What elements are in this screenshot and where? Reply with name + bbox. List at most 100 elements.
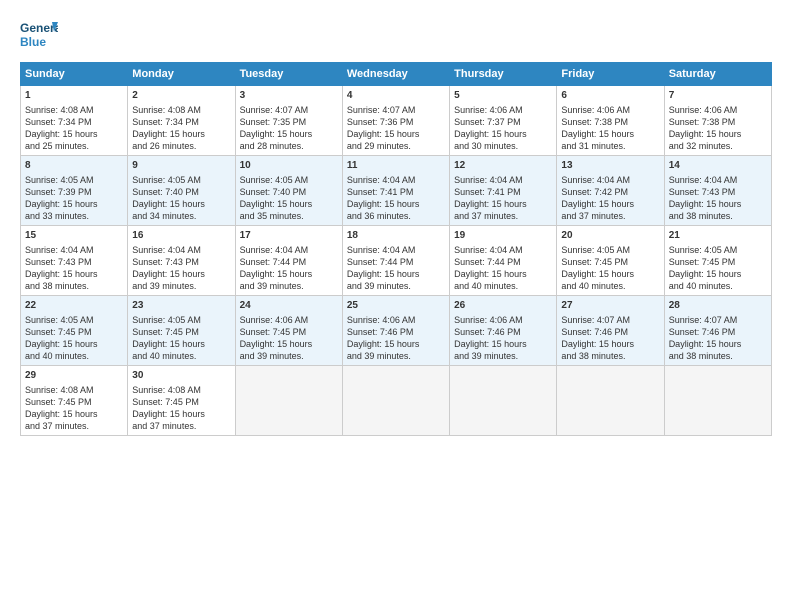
day-number: 5 <box>454 89 552 103</box>
day-info-line: Sunset: 7:40 PM <box>132 186 230 198</box>
day-info-line: and 39 minutes. <box>132 280 230 292</box>
day-info-line: Daylight: 15 hours <box>347 198 445 210</box>
calendar-cell: 3Sunrise: 4:07 AMSunset: 7:35 PMDaylight… <box>235 86 342 156</box>
day-info-line: and 25 minutes. <box>25 140 123 152</box>
day-info-line: Daylight: 15 hours <box>240 198 338 210</box>
calendar-cell: 19Sunrise: 4:04 AMSunset: 7:44 PMDayligh… <box>450 226 557 296</box>
day-info-line: and 37 minutes. <box>132 420 230 432</box>
day-info-line: Sunset: 7:43 PM <box>669 186 767 198</box>
day-info-line: and 34 minutes. <box>132 210 230 222</box>
day-info-line: and 32 minutes. <box>669 140 767 152</box>
day-info-line: Sunrise: 4:06 AM <box>669 104 767 116</box>
column-header-saturday: Saturday <box>664 63 771 86</box>
day-number: 4 <box>347 89 445 103</box>
day-info-line: Sunset: 7:43 PM <box>25 256 123 268</box>
calendar-cell: 2Sunrise: 4:08 AMSunset: 7:34 PMDaylight… <box>128 86 235 156</box>
day-number: 30 <box>132 369 230 383</box>
day-info-line: and 35 minutes. <box>240 210 338 222</box>
day-info-line: Sunset: 7:37 PM <box>454 116 552 128</box>
day-info-line: Sunrise: 4:08 AM <box>25 104 123 116</box>
day-info-line: and 39 minutes. <box>347 350 445 362</box>
day-info-line: Sunrise: 4:05 AM <box>669 244 767 256</box>
calendar-cell: 24Sunrise: 4:06 AMSunset: 7:45 PMDayligh… <box>235 296 342 366</box>
day-info-line: and 38 minutes. <box>561 350 659 362</box>
day-info-line: Sunrise: 4:08 AM <box>132 104 230 116</box>
day-info-line: Daylight: 15 hours <box>561 338 659 350</box>
day-info-line: Sunset: 7:46 PM <box>669 326 767 338</box>
calendar-cell <box>235 366 342 436</box>
calendar-cell: 26Sunrise: 4:06 AMSunset: 7:46 PMDayligh… <box>450 296 557 366</box>
day-number: 13 <box>561 159 659 173</box>
calendar-cell: 1Sunrise: 4:08 AMSunset: 7:34 PMDaylight… <box>21 86 128 156</box>
day-info-line: Sunset: 7:45 PM <box>561 256 659 268</box>
day-info-line: Daylight: 15 hours <box>347 128 445 140</box>
day-info-line: Daylight: 15 hours <box>240 338 338 350</box>
day-info-line: and 28 minutes. <box>240 140 338 152</box>
day-info-line: Sunrise: 4:06 AM <box>347 314 445 326</box>
column-header-friday: Friday <box>557 63 664 86</box>
day-info-line: Sunrise: 4:04 AM <box>347 174 445 186</box>
day-number: 2 <box>132 89 230 103</box>
day-info-line: and 40 minutes. <box>132 350 230 362</box>
day-number: 29 <box>25 369 123 383</box>
day-info-line: Daylight: 15 hours <box>132 128 230 140</box>
day-info-line: Sunrise: 4:05 AM <box>132 314 230 326</box>
calendar-cell: 11Sunrise: 4:04 AMSunset: 7:41 PMDayligh… <box>342 156 449 226</box>
day-info-line: Sunrise: 4:08 AM <box>132 384 230 396</box>
calendar-cell <box>450 366 557 436</box>
day-info-line: Sunset: 7:41 PM <box>347 186 445 198</box>
day-info-line: Sunrise: 4:06 AM <box>561 104 659 116</box>
calendar-cell: 18Sunrise: 4:04 AMSunset: 7:44 PMDayligh… <box>342 226 449 296</box>
day-info-line: Sunrise: 4:07 AM <box>347 104 445 116</box>
calendar-cell: 9Sunrise: 4:05 AMSunset: 7:40 PMDaylight… <box>128 156 235 226</box>
day-info-line: Sunset: 7:46 PM <box>561 326 659 338</box>
day-info-line: Sunset: 7:45 PM <box>240 326 338 338</box>
day-info-line: Sunrise: 4:06 AM <box>454 314 552 326</box>
day-info-line: and 39 minutes. <box>240 280 338 292</box>
day-info-line: Sunset: 7:34 PM <box>25 116 123 128</box>
day-info-line: Daylight: 15 hours <box>669 338 767 350</box>
day-info-line: Daylight: 15 hours <box>347 338 445 350</box>
day-number: 12 <box>454 159 552 173</box>
day-info-line: Daylight: 15 hours <box>561 128 659 140</box>
day-info-line: Daylight: 15 hours <box>454 198 552 210</box>
calendar-cell: 28Sunrise: 4:07 AMSunset: 7:46 PMDayligh… <box>664 296 771 366</box>
calendar-cell: 17Sunrise: 4:04 AMSunset: 7:44 PMDayligh… <box>235 226 342 296</box>
day-info-line: Sunrise: 4:05 AM <box>132 174 230 186</box>
day-info-line: and 40 minutes. <box>25 350 123 362</box>
day-info-line: and 40 minutes. <box>561 280 659 292</box>
day-info-line: Daylight: 15 hours <box>25 338 123 350</box>
day-info-line: and 39 minutes. <box>240 350 338 362</box>
day-info-line: Daylight: 15 hours <box>454 268 552 280</box>
day-info-line: Sunset: 7:44 PM <box>454 256 552 268</box>
day-info-line: Daylight: 15 hours <box>454 128 552 140</box>
column-header-thursday: Thursday <box>450 63 557 86</box>
day-info-line: Daylight: 15 hours <box>561 268 659 280</box>
day-info-line: Sunrise: 4:07 AM <box>669 314 767 326</box>
day-number: 8 <box>25 159 123 173</box>
day-info-line: Sunrise: 4:07 AM <box>240 104 338 116</box>
day-info-line: and 39 minutes. <box>454 350 552 362</box>
day-info-line: Daylight: 15 hours <box>669 198 767 210</box>
day-info-line: Sunset: 7:39 PM <box>25 186 123 198</box>
day-info-line: Sunset: 7:42 PM <box>561 186 659 198</box>
day-info-line: and 38 minutes. <box>669 210 767 222</box>
day-number: 16 <box>132 229 230 243</box>
calendar-cell: 20Sunrise: 4:05 AMSunset: 7:45 PMDayligh… <box>557 226 664 296</box>
day-info-line: Daylight: 15 hours <box>25 268 123 280</box>
day-info-line: and 39 minutes. <box>347 280 445 292</box>
column-header-sunday: Sunday <box>21 63 128 86</box>
day-number: 9 <box>132 159 230 173</box>
calendar-cell: 5Sunrise: 4:06 AMSunset: 7:37 PMDaylight… <box>450 86 557 156</box>
day-info-line: Sunset: 7:46 PM <box>347 326 445 338</box>
day-info-line: Daylight: 15 hours <box>132 268 230 280</box>
column-header-tuesday: Tuesday <box>235 63 342 86</box>
day-number: 27 <box>561 299 659 313</box>
day-number: 18 <box>347 229 445 243</box>
day-info-line: and 38 minutes. <box>25 280 123 292</box>
svg-text:Blue: Blue <box>20 35 46 49</box>
day-info-line: Daylight: 15 hours <box>669 128 767 140</box>
day-info-line: and 37 minutes. <box>25 420 123 432</box>
day-info-line: Sunset: 7:44 PM <box>347 256 445 268</box>
calendar-table: SundayMondayTuesdayWednesdayThursdayFrid… <box>20 62 772 436</box>
